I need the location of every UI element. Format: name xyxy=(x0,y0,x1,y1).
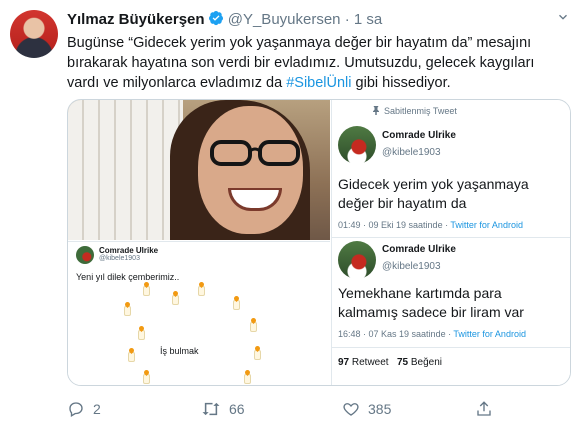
candle-icon xyxy=(198,286,205,296)
verified-badge-icon xyxy=(208,10,224,30)
chevron-down-icon[interactable] xyxy=(556,10,570,29)
user-name: Comrade Ulrike xyxy=(382,130,456,141)
reply-count: 2 xyxy=(93,401,101,417)
candle-icon xyxy=(143,286,150,296)
tweet-meta: 16:48 · 07 Kas 19 saatinde · Twitter for… xyxy=(338,329,526,339)
author-handle[interactable]: @Y_Buyukersen xyxy=(228,11,341,28)
like-count: 385 xyxy=(368,401,392,417)
author-avatar[interactable] xyxy=(10,10,58,58)
candle-icon xyxy=(250,322,257,332)
tweet-text: Yemekhane kartımda para kalmamış sadece … xyxy=(338,285,524,320)
candle-icon xyxy=(233,300,240,310)
like-button[interactable]: 385 xyxy=(342,400,391,418)
candle-icon xyxy=(172,295,179,305)
retweet-button[interactable]: 66 xyxy=(201,400,245,418)
tweet-text: Yeni yıl dilek çemberimiz.. xyxy=(76,272,180,282)
user-handle: @kibele1903 xyxy=(382,147,441,158)
tweet-text: Gidecek yerim yok yaşanmaya değer bir ha… xyxy=(338,176,529,211)
glasses-icon xyxy=(210,140,300,166)
retweet-icon xyxy=(201,400,221,418)
tweet-text: Bugünse “Gidecek yerim yok yaşanmaya değ… xyxy=(67,33,567,93)
candle-icon xyxy=(138,330,145,340)
share-icon xyxy=(475,400,493,418)
tweet-media[interactable]: Comrade Ulrike @kibele1903 Yeni yıl dile… xyxy=(67,99,571,386)
avatar xyxy=(76,246,94,264)
user-handle: @kibele1903 xyxy=(382,261,441,272)
hashtag-link[interactable]: #SibelÜnli xyxy=(286,75,351,91)
user-name: Comrade Ulrike xyxy=(382,244,456,255)
embedded-screenshot-right[interactable]: Sabitlenmiş Tweet Comrade Ulrike @kibele… xyxy=(331,100,570,385)
tweet-text-line: bırakarak hayatına son verdi bir evladım… xyxy=(67,55,535,71)
user-name: Comrade Ulrike xyxy=(99,246,159,255)
user-handle: @kibele1903 xyxy=(99,255,140,262)
embedded-screenshot-left[interactable]: Comrade Ulrike @kibele1903 Yeni yıl dile… xyxy=(68,241,330,385)
candle-icon xyxy=(143,374,150,384)
photo-background xyxy=(68,100,183,240)
photo[interactable] xyxy=(68,100,330,240)
tweet-text-line: Bugünse “Gidecek yerim yok yaşanmaya değ… xyxy=(67,35,532,51)
candle-icon xyxy=(124,306,131,316)
candle-icon xyxy=(128,352,135,362)
share-button[interactable] xyxy=(475,400,493,418)
divider xyxy=(332,347,570,348)
avatar xyxy=(338,241,376,279)
photo-face xyxy=(198,106,303,234)
reply-icon xyxy=(67,400,85,418)
tweet-header: Yılmaz Büyükerşen @Y_Buyukersen · 1 sa xyxy=(67,10,382,30)
time-separator: · xyxy=(344,11,350,28)
pin-icon xyxy=(372,106,380,117)
pinned-label: Sabitlenmiş Tweet xyxy=(372,106,457,117)
heart-icon xyxy=(342,400,360,418)
reply-button[interactable]: 2 xyxy=(67,400,101,418)
engagement-stats: 97 Retweet 75 Beğeni xyxy=(338,357,442,368)
tweet-time[interactable]: 1 sa xyxy=(354,11,382,28)
author-name[interactable]: Yılmaz Büyükerşen xyxy=(67,11,205,28)
tweet-meta: 01:49 · 09 Eki 19 saatinde · Twitter for… xyxy=(338,220,523,230)
avatar xyxy=(338,126,376,164)
candle-icon xyxy=(244,374,251,384)
retweet-count: 66 xyxy=(229,401,245,417)
tweet-text-line: vardı ve milyonlarca evladımız da #Sibel… xyxy=(67,75,451,91)
candle-icon xyxy=(254,350,261,360)
center-text: İş bulmak xyxy=(160,346,199,356)
divider xyxy=(332,237,570,238)
